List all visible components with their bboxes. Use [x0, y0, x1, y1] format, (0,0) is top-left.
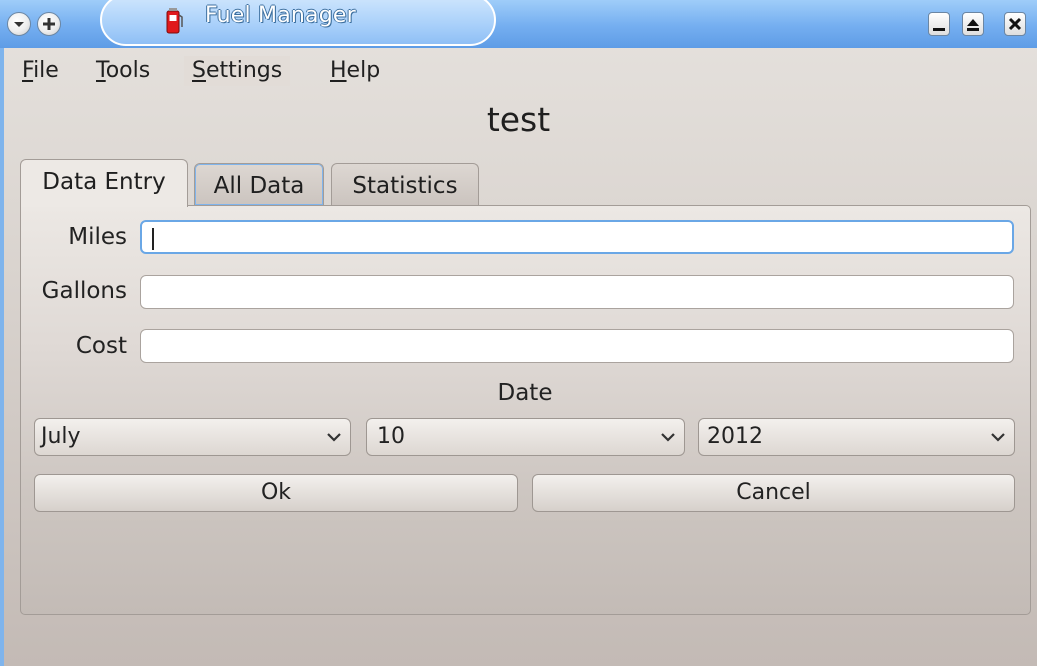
menu-bar: File Tools Settings Help — [0, 52, 1037, 90]
gallons-label: Gallons — [41, 278, 127, 304]
ok-button[interactable]: Ok — [34, 474, 518, 512]
chevron-down-icon — [661, 433, 675, 442]
miles-input[interactable] — [140, 220, 1014, 254]
tab-all-data[interactable]: All Data — [194, 163, 324, 205]
date-label: Date — [497, 380, 553, 406]
maximize-icon[interactable] — [962, 12, 984, 36]
chevron-down-icon — [327, 433, 341, 442]
cost-label: Cost — [75, 333, 127, 359]
data-entry-panel — [20, 205, 1031, 615]
fuel-pump-icon — [166, 8, 184, 34]
document-title: test — [486, 100, 551, 139]
window-title: Fuel Manager — [205, 3, 356, 28]
sticky-icon[interactable] — [37, 12, 61, 36]
cancel-button[interactable]: Cancel — [532, 474, 1015, 512]
app-window: Fuel Manager File Tools Settings Help te… — [0, 0, 1037, 666]
menu-settings[interactable]: Settings — [184, 56, 291, 86]
close-icon[interactable] — [1004, 12, 1026, 36]
title-bar[interactable]: Fuel Manager — [0, 0, 1037, 48]
cost-input[interactable] — [140, 329, 1014, 363]
menu-file[interactable]: File — [14, 56, 67, 86]
minimize-icon[interactable] — [928, 12, 950, 36]
gallons-input[interactable] — [140, 275, 1014, 309]
menu-help[interactable]: Help — [322, 56, 388, 86]
year-select[interactable]: 2012 — [698, 418, 1015, 456]
window-menu-icon[interactable] — [7, 12, 31, 36]
tab-statistics[interactable]: Statistics — [331, 163, 479, 205]
menu-tools[interactable]: Tools — [88, 56, 158, 86]
miles-label: Miles — [68, 224, 127, 250]
month-select[interactable]: July — [34, 418, 351, 456]
tab-data-entry[interactable]: Data Entry — [20, 159, 188, 207]
chevron-down-icon — [991, 433, 1005, 442]
text-caret — [152, 228, 154, 250]
day-select[interactable]: 10 — [366, 418, 685, 456]
